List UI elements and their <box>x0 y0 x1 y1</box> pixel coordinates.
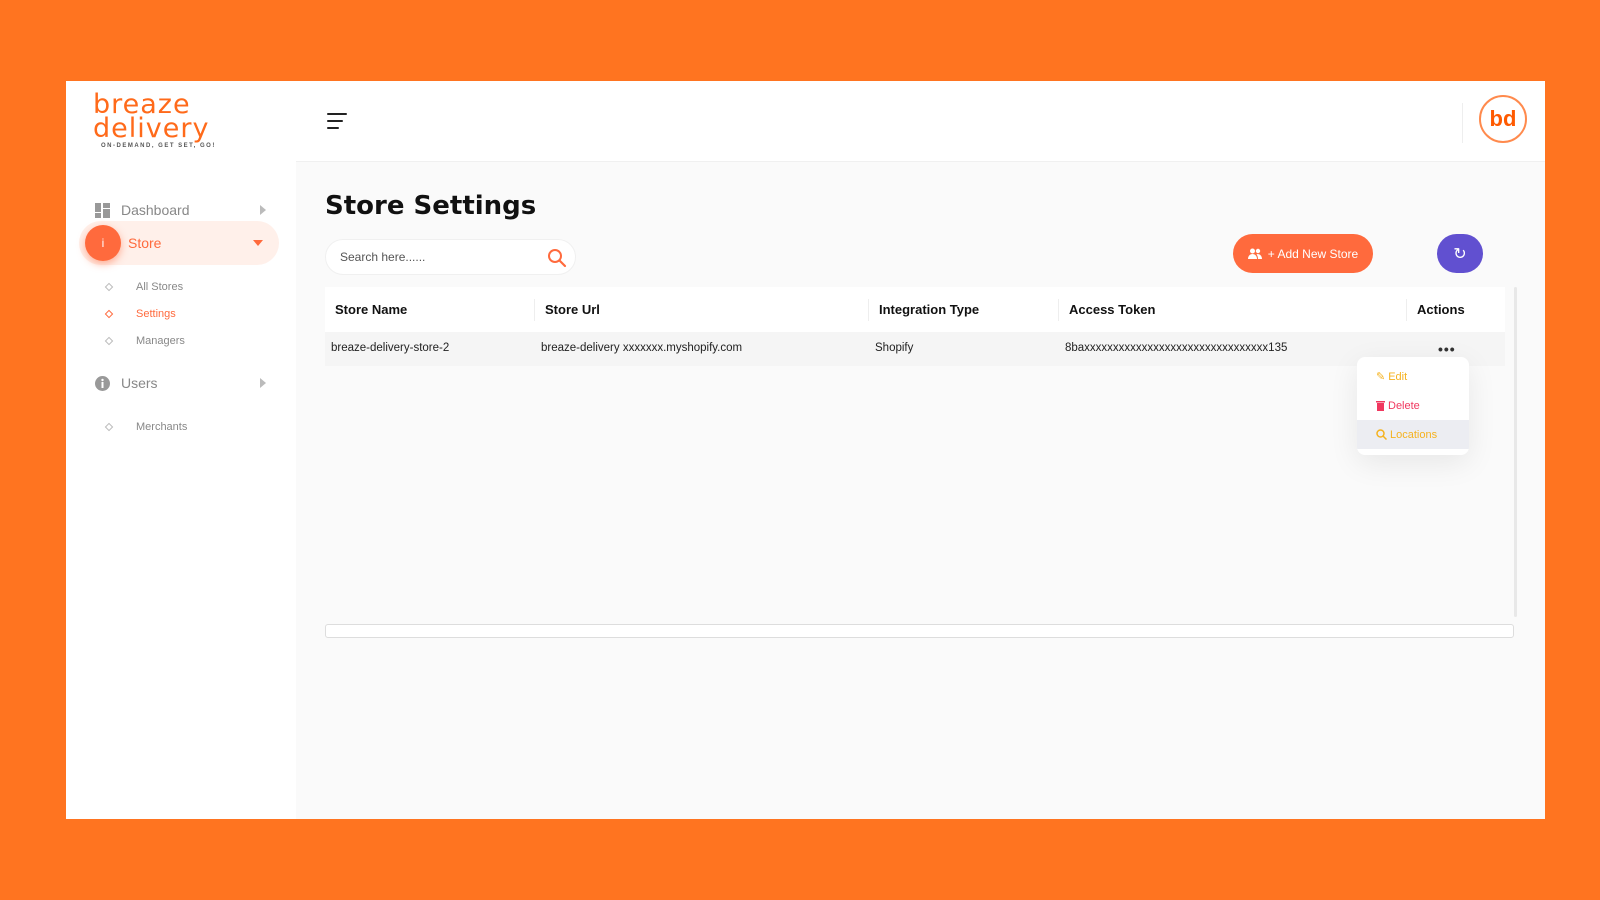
menu-item-edit[interactable]: ✎ Edit <box>1357 362 1469 391</box>
chevron-right-icon <box>260 378 266 388</box>
subitem-label: Managers <box>136 335 185 347</box>
cell-integration-type: Shopify <box>875 342 914 354</box>
column-header: Integration Type <box>868 298 979 321</box>
menu-item-delete[interactable]: Delete <box>1357 391 1469 420</box>
column-header: Store Url <box>534 298 600 321</box>
vertical-scrollbar[interactable] <box>1514 287 1517 617</box>
search-icon[interactable] <box>547 248 567 268</box>
diamond-icon <box>104 336 114 346</box>
subitem-label: Settings <box>136 308 176 320</box>
search-input[interactable] <box>340 250 540 264</box>
menu-item-label: Edit <box>1388 370 1408 383</box>
users-icon <box>1247 248 1262 259</box>
sidebar-subitem-merchants[interactable]: Merchants <box>104 421 188 433</box>
chevron-right-icon <box>260 205 266 215</box>
subitem-label: Merchants <box>136 421 188 433</box>
horizontal-scrollbar[interactable] <box>325 624 1514 638</box>
info-icon <box>95 375 110 391</box>
cell-access-token: 8baxxxxxxxxxxxxxxxxxxxxxxxxxxxxxxxx135 <box>1065 342 1288 354</box>
hamburger-menu-icon[interactable] <box>327 113 347 134</box>
actions-dropdown: ✎ Edit Delete Locations <box>1357 357 1469 455</box>
diamond-icon <box>104 422 114 432</box>
diamond-icon <box>104 309 114 319</box>
sidebar-item-label: Dashboard <box>121 202 190 218</box>
sidebar: breaze delivery ON-DEMAND, GET SET, GO! … <box>66 81 296 819</box>
logo-tagline: ON-DEMAND, GET SET, GO! <box>101 143 216 149</box>
info-icon: i <box>85 225 121 261</box>
stores-table: Store Name Store Url Integration Type Ac… <box>325 287 1514 617</box>
brand-logo: breaze delivery ON-DEMAND, GET SET, GO! <box>93 91 216 151</box>
sidebar-item-users[interactable]: Users <box>66 361 296 405</box>
sidebar-item-label: Store <box>128 235 162 251</box>
more-actions-icon[interactable]: ••• <box>1438 341 1456 357</box>
sidebar-subitem-managers[interactable]: Managers <box>104 335 185 347</box>
refresh-icon: ↻ <box>1453 245 1467 263</box>
subitem-label: All Stores <box>136 281 184 293</box>
search-box <box>325 239 576 275</box>
add-button-label: + Add New Store <box>1267 246 1359 261</box>
search-location-icon <box>1376 429 1387 440</box>
chevron-down-icon <box>253 240 263 246</box>
cell-store-url: breaze-delivery xxxxxxx.myshopify.com <box>541 342 743 354</box>
diamond-icon <box>104 282 114 292</box>
add-new-store-button[interactable]: + Add New Store <box>1233 234 1373 273</box>
column-header: Access Token <box>1058 298 1155 321</box>
sidebar-item-label: Users <box>121 375 158 391</box>
grid-icon <box>95 202 110 218</box>
sidebar-item-store[interactable]: i Store <box>79 221 279 265</box>
app-window: breaze delivery ON-DEMAND, GET SET, GO! … <box>66 81 1545 819</box>
top-bar: bd <box>296 81 1545 162</box>
edit-icon: ✎ <box>1376 371 1386 383</box>
table-row[interactable]: breaze-delivery-store-2 breaze-delivery … <box>325 332 1505 366</box>
trash-icon <box>1376 401 1385 411</box>
page-title: Store Settings <box>325 191 537 221</box>
menu-item-label: Delete <box>1388 399 1420 412</box>
avatar[interactable]: bd <box>1479 95 1527 143</box>
menu-item-label: Locations <box>1390 428 1438 441</box>
sidebar-subitem-all-stores[interactable]: All Stores <box>104 281 184 293</box>
divider <box>1462 103 1463 143</box>
cell-store-name: breaze-delivery-store-2 <box>331 342 450 354</box>
sidebar-subitem-settings[interactable]: Settings <box>104 308 176 320</box>
column-header: Store Name <box>335 302 408 317</box>
menu-item-locations[interactable]: Locations <box>1357 420 1469 449</box>
logo-text-2: delivery <box>93 113 210 144</box>
column-header: Actions <box>1406 298 1465 321</box>
refresh-button[interactable]: ↻ <box>1437 234 1483 273</box>
avatar-initials: bd <box>1489 106 1517 131</box>
table-header: Store Name Store Url Integration Type Ac… <box>325 287 1505 332</box>
